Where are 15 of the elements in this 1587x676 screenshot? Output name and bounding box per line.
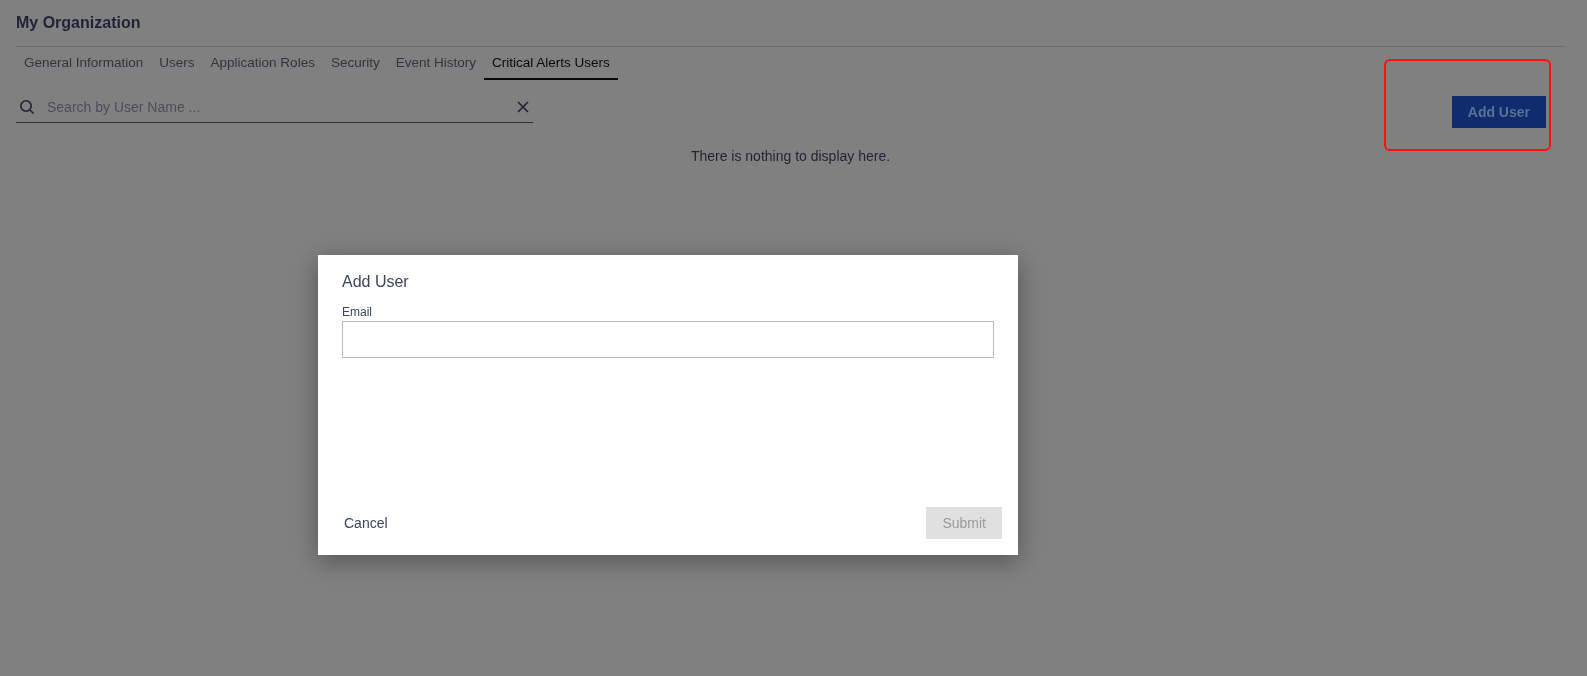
tab[interactable]: Application Roles [202, 47, 323, 80]
add-user-button[interactable]: Add User [1451, 96, 1546, 128]
search-icon [19, 99, 35, 115]
tab[interactable]: Security [322, 47, 388, 80]
field-label: Email [342, 305, 373, 319]
page-title: My Organization [16, 12, 1565, 47]
email-field[interactable] [342, 321, 994, 358]
cancel-button[interactable]: Cancel [342, 511, 390, 535]
empty-message: There is nothing to display here. [689, 148, 892, 164]
tab[interactable]: Users [151, 47, 203, 80]
tab[interactable]: Event History [387, 47, 484, 80]
tab[interactable]: Critical Alerts Users [483, 47, 618, 80]
dialog-title: Add User [342, 273, 410, 291]
tab[interactable]: General Information [16, 47, 152, 80]
close-icon[interactable] [517, 101, 529, 113]
